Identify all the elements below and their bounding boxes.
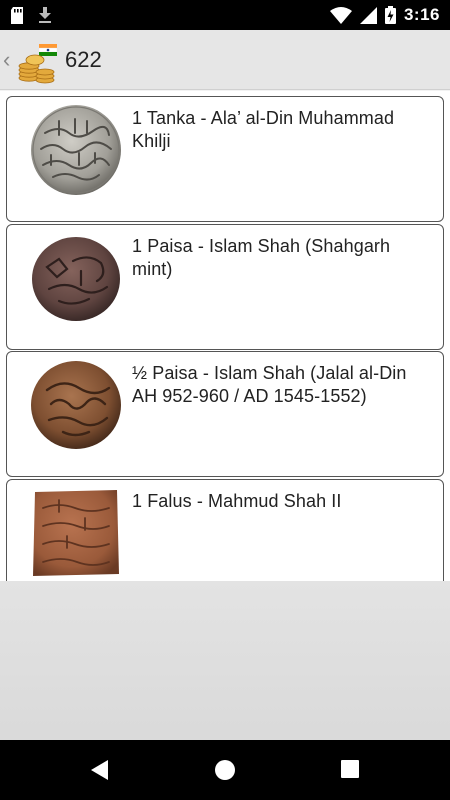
status-time: 3:16 bbox=[403, 5, 440, 24]
home-circle-icon bbox=[215, 760, 235, 780]
coin-card[interactable]: 1 Tanka - Ala’ al-Din Muhammad Khilji bbox=[6, 96, 444, 222]
download-icon bbox=[38, 6, 52, 24]
navigation-bar bbox=[0, 740, 450, 800]
coin-card[interactable]: 1 Paisa - Islam Shah (Shahgarh mint) bbox=[6, 224, 444, 350]
recents-button[interactable] bbox=[340, 759, 360, 784]
back-button[interactable] bbox=[90, 759, 110, 786]
coin-name: ½ Paisa - Islam Shah (Jalal al-Din AH 95… bbox=[132, 363, 407, 406]
sd-card-icon bbox=[10, 6, 24, 24]
app-bar: ‹ 622 bbox=[0, 30, 450, 90]
status-bar: 3:16 bbox=[0, 0, 450, 30]
app-logo-icon[interactable] bbox=[15, 36, 59, 84]
battery-charging-icon bbox=[384, 6, 396, 24]
bronze-round-coin-image bbox=[29, 358, 123, 452]
wifi-icon bbox=[329, 6, 352, 24]
home-button[interactable] bbox=[214, 759, 236, 786]
coin-name: 1 Paisa - Islam Shah (Shahgarh mint) bbox=[132, 236, 391, 279]
page-title: 622 bbox=[65, 46, 102, 72]
silver-round-coin-image bbox=[29, 103, 123, 197]
recents-square-icon bbox=[341, 760, 359, 778]
coin-list[interactable]: 1 Tanka - Ala’ al-Din Muhammad Khilji 1 … bbox=[0, 91, 450, 581]
coin-name: 1 Falus - Mahmud Shah II bbox=[132, 491, 342, 511]
copper-square-coin-image bbox=[29, 486, 123, 580]
back-triangle-icon bbox=[91, 760, 108, 780]
coin-card[interactable]: 1 Falus - Mahmud Shah II bbox=[6, 479, 444, 581]
coin-name: 1 Tanka - Ala’ al-Din Muhammad Khilji bbox=[132, 108, 395, 151]
dark-copper-round-coin-image bbox=[29, 231, 123, 325]
coin-card[interactable]: ½ Paisa - Islam Shah (Jalal al-Din AH 95… bbox=[6, 351, 444, 477]
cell-signal-icon bbox=[359, 6, 377, 24]
back-chevron-icon[interactable]: ‹ bbox=[3, 48, 15, 71]
